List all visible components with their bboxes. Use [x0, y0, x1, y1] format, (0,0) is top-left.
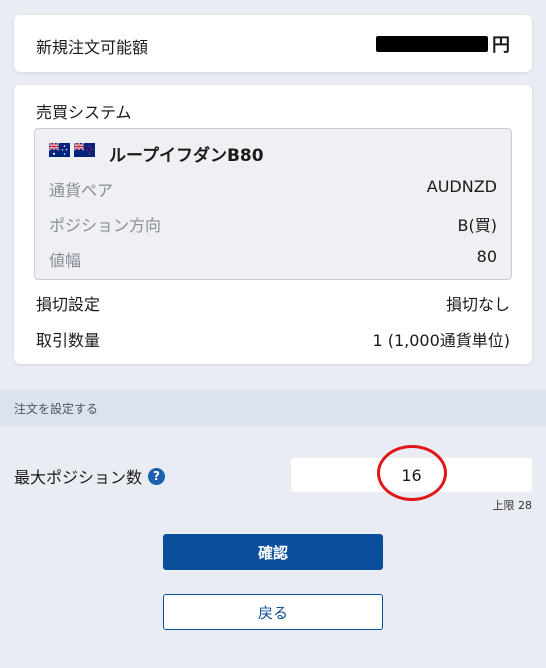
max-positions-input[interactable] [291, 458, 532, 492]
quantity-value: 1 (1,000通貨単位) [372, 331, 510, 350]
system-title: 売買システム [36, 103, 132, 122]
detail-label: 通貨ペア [49, 181, 114, 200]
detail-value: 80 [476, 247, 497, 266]
detail-label: ポジション方向 [49, 216, 162, 235]
quantity-label: 取引数量 [36, 331, 101, 350]
redacted-amount [376, 36, 488, 52]
question-circle-icon[interactable]: ? [148, 467, 166, 485]
strategy-box: ループイフダンB80 通貨ペア AUDNZD ポジション方向 B(買) 値幅 8… [34, 128, 512, 280]
quantity-row: 取引数量 1 (1,000通貨単位) [36, 327, 510, 351]
stop-loss-row: 損切設定 損切なし [36, 291, 510, 315]
order-settings-header: 注文を設定する [0, 390, 546, 426]
section-title: 注文を設定する [14, 402, 99, 416]
detail-row-range: 値幅 80 [49, 247, 497, 271]
detail-value: B(買) [457, 216, 497, 235]
australia-flag-icon [49, 143, 70, 157]
order-amount-value: 円 [376, 31, 510, 57]
order-amount-card: 新規注文可能額 円 [14, 15, 532, 72]
trading-system-card: 売買システム ループイフダンB80 通貨ペア AUDNZD ポジション方向 B(… [14, 85, 532, 364]
detail-label: 値幅 [49, 251, 82, 270]
currency-flags [49, 143, 95, 157]
back-button[interactable]: 戻る [163, 594, 383, 630]
stop-loss-label: 損切設定 [36, 295, 101, 314]
max-positions-label: 最大ポジション数 [14, 468, 143, 487]
order-amount-label: 新規注文可能額 [36, 38, 149, 57]
stop-loss-value: 損切なし [445, 295, 510, 314]
detail-value: AUDNZD [426, 177, 497, 196]
currency-unit: 円 [492, 35, 510, 56]
confirm-button[interactable]: 確認 [163, 534, 383, 570]
new-zealand-flag-icon [74, 143, 95, 157]
detail-row-currency-pair: 通貨ペア AUDNZD [49, 177, 497, 201]
max-positions-label-group: 最大ポジション数 ? [14, 464, 166, 488]
strategy-name: ループイフダンB80 [109, 146, 264, 166]
detail-row-position-direction: ポジション方向 B(買) [49, 212, 497, 236]
max-positions-limit: 上限 28 [492, 499, 533, 512]
